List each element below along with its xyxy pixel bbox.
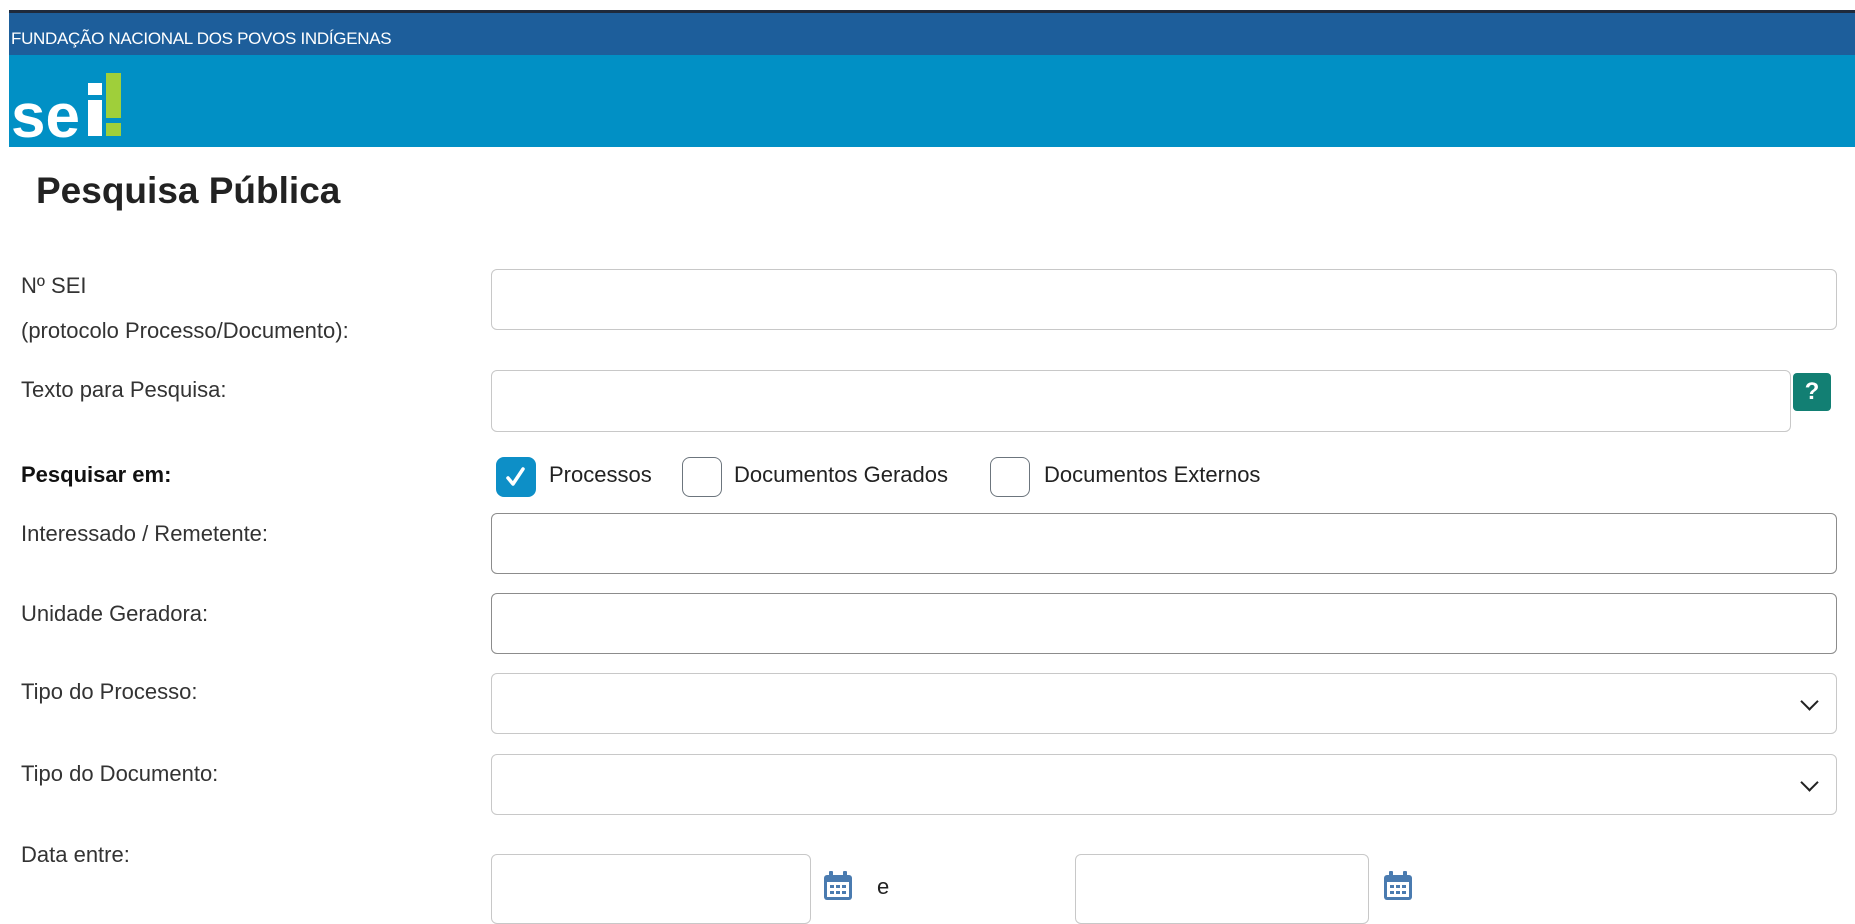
chevron-down-icon [1800,772,1819,792]
search-in-label: Pesquisar em: [21,462,172,487]
org-bar: FUNDAÇÃO NACIONAL DOS POVOS INDÍGENAS [9,13,1855,55]
sei-number-label-line1: Nº SEI [21,273,87,298]
checkbox-processos[interactable] [496,457,536,497]
interested-input[interactable] [491,513,1837,574]
interested-label: Interessado / Remetente: [21,521,269,546]
sei-number-label-line2: (protocolo Processo/Documento): [21,318,349,343]
calendar-icon[interactable] [822,870,854,902]
date-start-input[interactable] [491,854,811,924]
date-range-separator: e [877,874,890,899]
date-end-input[interactable] [1075,854,1369,924]
sei-logo: se [11,73,121,147]
checkbox-documentos-externos[interactable] [990,457,1030,497]
checkbox-label-documentos-externos[interactable]: Documentos Externos [1044,456,1260,494]
header-banner: FUNDAÇÃO NACIONAL DOS POVOS INDÍGENAS se [9,13,1855,147]
checkbox-label-processos[interactable]: Processos [549,456,652,494]
chevron-down-icon [1800,691,1819,711]
unit-label: Unidade Geradora: [21,601,209,626]
sei-number-input[interactable] [491,269,1837,330]
search-text-input[interactable] [491,370,1791,432]
checkbox-label-documentos-gerados[interactable]: Documentos Gerados [734,456,948,494]
process-type-label: Tipo do Processo: [21,679,198,704]
search-text-label: Texto para Pesquisa: [21,377,227,402]
top-border [0,0,1855,13]
document-type-select[interactable] [491,754,1837,815]
checkmark-icon [505,466,525,486]
org-name: FUNDAÇÃO NACIONAL DOS POVOS INDÍGENAS [11,29,392,48]
unit-input[interactable] [491,593,1837,654]
calendar-icon[interactable] [1382,870,1414,902]
date-range-label: Data entre: [21,842,130,867]
help-question-icon[interactable]: ? [1793,373,1831,411]
page-title: Pesquisa Pública [36,170,341,211]
svg-text:se: se [11,82,80,147]
checkbox-documentos-gerados[interactable] [682,457,722,497]
document-type-label: Tipo do Documento: [21,761,219,786]
process-type-select[interactable] [491,673,1837,734]
